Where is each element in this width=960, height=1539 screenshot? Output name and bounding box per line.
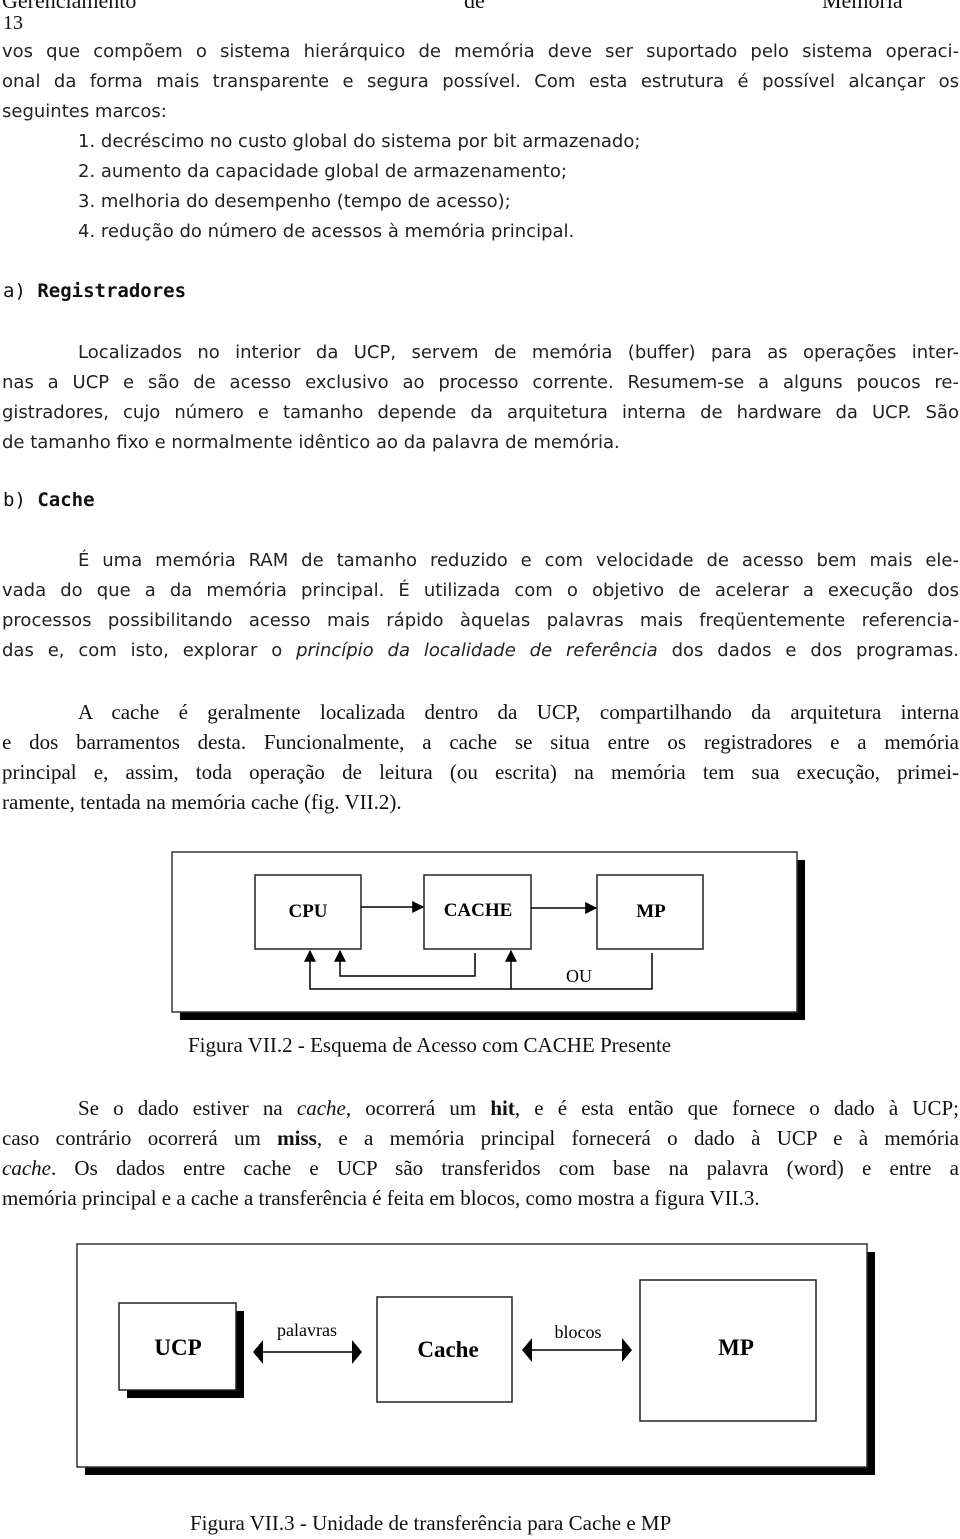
emphasis-cache: cache: [296, 1096, 346, 1120]
paragraph-line: caso contrário ocorrerá um miss, e a mem…: [2, 1123, 959, 1153]
words-label: palavras: [277, 1320, 337, 1340]
text-run: , ocorrerá um: [345, 1096, 491, 1120]
paragraph-line: cache. Os dados entre cache e UCP são tr…: [2, 1153, 959, 1183]
text-run: , e é esta então que fornece o dado à UC…: [514, 1096, 959, 1120]
text-run: . Os dados entre cache e UCP são transfe…: [50, 1156, 959, 1180]
paragraph-line: Se o dado estiver na cache, ocorrerá um …: [2, 1093, 959, 1123]
paragraph-line: memória principal e a cache a transferên…: [2, 1186, 760, 1210]
figure-vii-2-caption: Figura VII.2 - Esquema de Acesso com CAC…: [188, 1033, 672, 1057]
term-hit: hit: [490, 1096, 515, 1120]
text-run: caso contrário ocorrerá um: [2, 1126, 278, 1150]
figure-vii-2-diagram: CPU CACHE MP OU UCP Cache MP palavras bl…: [76, 851, 875, 1475]
cache-label: CACHE: [444, 900, 513, 921]
term-miss: miss: [277, 1126, 317, 1150]
text-run: Se o dado estiver na: [78, 1096, 297, 1120]
figure-vii-3-caption: Figura VII.3 - Unidade de transferência …: [190, 1511, 672, 1535]
text-run: , e a memória principal fornecerá o dado…: [316, 1126, 959, 1150]
mp-label: MP: [718, 1335, 754, 1360]
hit-miss-paragraph: Se o dado estiver na cache, ocorrerá um …: [2, 1093, 959, 1213]
or-label: OU: [566, 966, 592, 986]
ucp-label: UCP: [154, 1335, 201, 1360]
mp-label: MP: [636, 901, 666, 922]
blocks-label: blocos: [555, 1322, 602, 1342]
emphasis-cache: cache: [2, 1156, 51, 1180]
cache-label: Cache: [417, 1337, 478, 1362]
cpu-label: CPU: [288, 901, 327, 922]
